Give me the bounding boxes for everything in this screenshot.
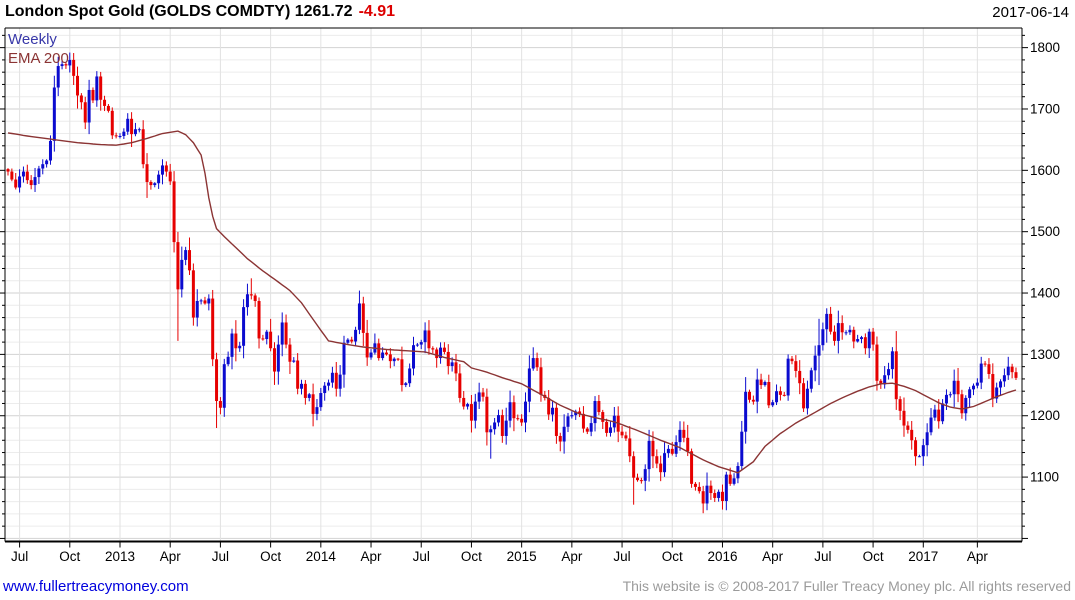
svg-text:Jul: Jul bbox=[212, 549, 229, 564]
svg-text:2016: 2016 bbox=[707, 549, 737, 564]
price-change: -4.91 bbox=[358, 3, 396, 20]
svg-text:Apr: Apr bbox=[361, 549, 383, 564]
svg-text:Apr: Apr bbox=[967, 549, 989, 564]
legend-interval-label: Weekly bbox=[8, 31, 57, 48]
chart-page: { "header": { "title": "London Spot Gold… bbox=[0, 0, 1075, 600]
svg-text:Oct: Oct bbox=[260, 549, 281, 564]
svg-text:1500: 1500 bbox=[1030, 224, 1060, 239]
candlestick-chart-canvas: 1800 1700 1600 1500 1400 1300 1200 1100 Jul Oct 20… bbox=[0, 27, 1060, 564]
svg-text:Jul: Jul bbox=[814, 549, 831, 564]
copyright-text: This website is © 2008-2017 Fuller Treac… bbox=[622, 578, 1071, 594]
svg-text:Apr: Apr bbox=[160, 549, 182, 564]
svg-text:1700: 1700 bbox=[1030, 101, 1060, 116]
website-link[interactable]: www.fullertreacymoney.com bbox=[3, 578, 189, 595]
svg-text:Oct: Oct bbox=[461, 549, 482, 564]
svg-text:1300: 1300 bbox=[1030, 347, 1060, 362]
svg-text:2017: 2017 bbox=[908, 549, 938, 564]
svg-text:Apr: Apr bbox=[762, 549, 784, 564]
svg-text:Jul: Jul bbox=[11, 549, 28, 564]
svg-text:1100: 1100 bbox=[1030, 470, 1059, 485]
title-row: London Spot Gold (GOLDS COMDTY) 1261.72-… bbox=[5, 3, 395, 21]
svg-text:Jul: Jul bbox=[613, 549, 630, 564]
svg-text:Oct: Oct bbox=[59, 549, 80, 564]
svg-text:Oct: Oct bbox=[863, 549, 884, 564]
svg-text:Oct: Oct bbox=[662, 549, 683, 564]
chart-legend: Weekly EMA 200 bbox=[8, 30, 69, 68]
chart-date: 2017-06-14 bbox=[992, 4, 1069, 21]
page-title: London Spot Gold (GOLDS COMDTY) 1261.72 bbox=[5, 3, 353, 20]
svg-text:1400: 1400 bbox=[1030, 286, 1060, 301]
svg-text:2015: 2015 bbox=[507, 549, 537, 564]
svg-text:Apr: Apr bbox=[561, 549, 583, 564]
svg-text:1200: 1200 bbox=[1030, 408, 1060, 423]
svg-text:2014: 2014 bbox=[306, 549, 337, 564]
svg-text:2013: 2013 bbox=[105, 549, 135, 564]
svg-text:1800: 1800 bbox=[1030, 40, 1060, 55]
legend-ema-label: EMA 200 bbox=[8, 50, 69, 67]
svg-text:Jul: Jul bbox=[413, 549, 430, 564]
svg-text:1600: 1600 bbox=[1030, 163, 1060, 178]
